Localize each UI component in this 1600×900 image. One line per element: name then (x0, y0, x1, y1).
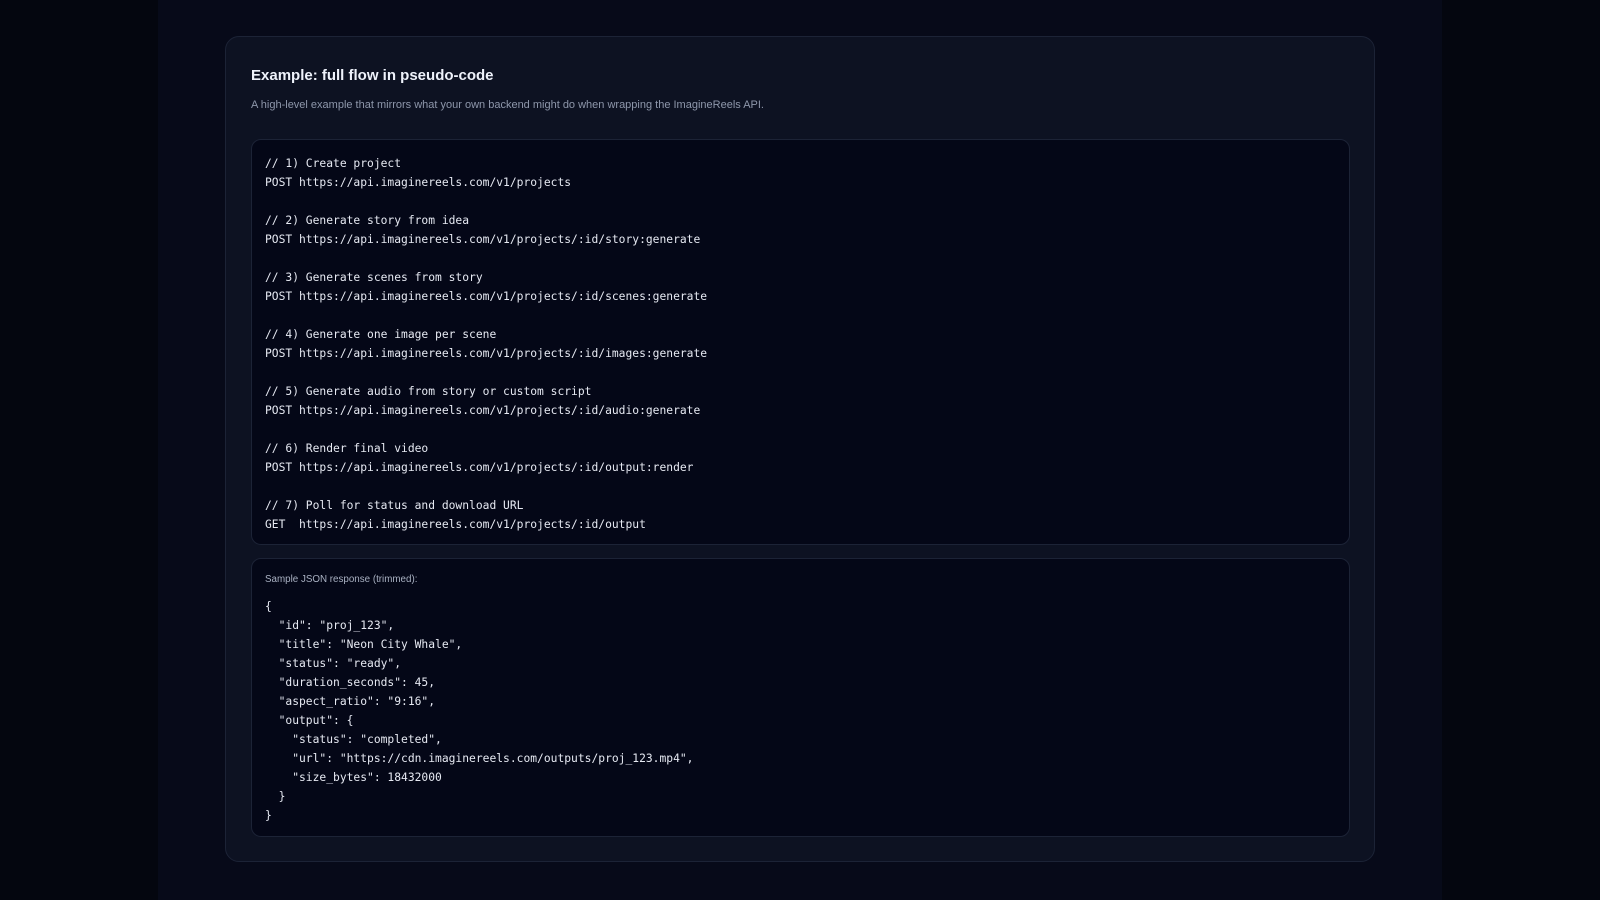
pseudo-code-text: // 1) Create project POST https://api.im… (265, 157, 708, 531)
example-description: A high-level example that mirrors what y… (251, 99, 764, 111)
example-title: Example: full flow in pseudo-code (251, 67, 494, 84)
page: Example: full flow in pseudo-code A high… (0, 0, 1600, 900)
json-response-label: Sample JSON response (trimmed): (265, 574, 418, 585)
example-card: Example: full flow in pseudo-code A high… (225, 36, 1375, 862)
json-response-code: { "id": "proj_123", "title": "Neon City … (265, 600, 694, 822)
json-response-block: Sample JSON response (trimmed): { "id": … (251, 558, 1350, 837)
pseudo-code-block: // 1) Create project POST https://api.im… (251, 139, 1350, 545)
